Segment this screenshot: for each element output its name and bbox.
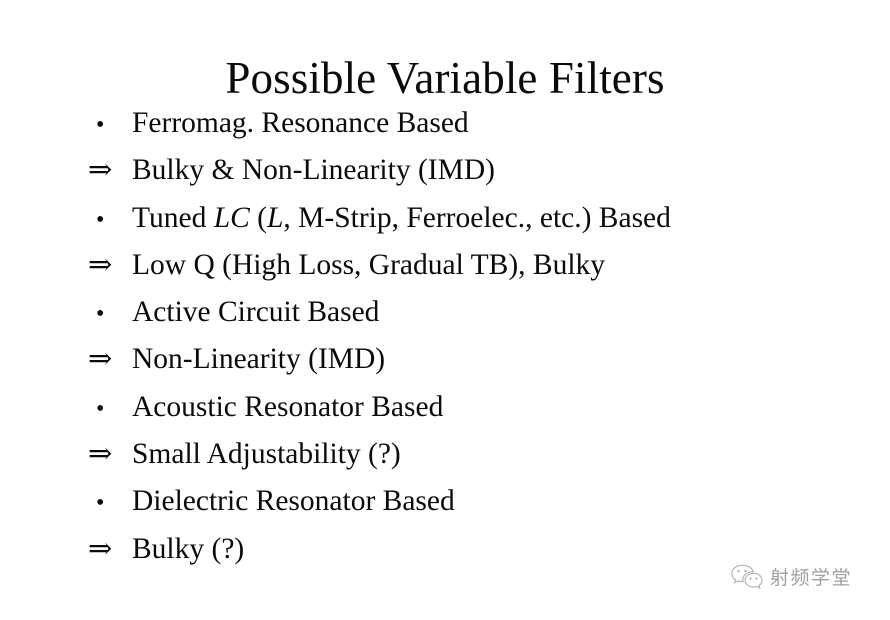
italic-symbol-lc: LC: [213, 201, 250, 234]
double-arrow-right-icon: ⇒: [88, 438, 113, 471]
double-arrow-right-icon: ⇒: [88, 154, 113, 187]
text-part: Tuned: [132, 201, 214, 234]
double-arrow-right-icon: ⇒: [88, 248, 113, 281]
list-item-label: Bulky & Non-Linearity (IMD): [132, 154, 495, 187]
list-item: ⇒ Low Q (High Loss, Gradual TB), Bulky: [86, 242, 876, 289]
list-item: • Acoustic Resonator Based: [86, 384, 876, 431]
bullet-list: • Ferromag. Resonance Based ⇒ Bulky & No…: [86, 100, 876, 573]
bullet-icon: •: [96, 301, 105, 328]
list-item: • Dielectric Resonator Based: [86, 478, 876, 525]
slide-canvas: Possible Variable Filters • Ferromag. Re…: [0, 0, 890, 620]
list-item: • Active Circuit Based: [86, 289, 876, 336]
list-item-label: Small Adjustability (?): [132, 438, 401, 471]
list-item: • Tuned LC (L, M-Strip, Ferroelec., etc.…: [86, 195, 876, 242]
list-item-label: Dielectric Resonator Based: [132, 485, 455, 518]
bullet-icon: •: [96, 395, 105, 422]
bullet-icon: •: [96, 490, 105, 517]
list-item-label: Active Circuit Based: [132, 296, 380, 329]
watermark: 射频学堂: [730, 563, 852, 593]
text-part: (: [249, 201, 267, 234]
list-item: • Ferromag. Resonance Based: [86, 100, 876, 147]
list-item: ⇒ Non-Linearity (IMD): [86, 336, 876, 383]
text-part: , M-Strip, Ferroelec., etc.) Based: [283, 201, 671, 234]
list-item-label: Ferromag. Resonance Based: [132, 107, 469, 139]
italic-symbol-l: L: [267, 201, 284, 234]
watermark-label: 射频学堂: [770, 567, 853, 589]
list-item-label: Tuned LC (L, M-Strip, Ferroelec., etc.) …: [132, 195, 671, 242]
double-arrow-right-icon: ⇒: [88, 343, 113, 376]
list-item-label: Low Q (High Loss, Gradual TB), Bulky: [132, 248, 606, 281]
page-title: Possible Variable Filters: [225, 53, 665, 104]
bullet-icon: •: [96, 112, 105, 138]
list-item: ⇒ Bulky & Non-Linearity (IMD): [86, 147, 876, 194]
double-arrow-right-icon: ⇒: [88, 532, 113, 565]
wechat-icon: [730, 563, 764, 593]
list-item-label: Non-Linearity (IMD): [132, 343, 386, 376]
list-item-label: Acoustic Resonator Based: [132, 390, 444, 423]
list-item-label: Bulky (?): [132, 532, 245, 565]
bullet-icon: •: [96, 206, 105, 233]
list-item: ⇒ Small Adjustability (?): [86, 431, 876, 478]
